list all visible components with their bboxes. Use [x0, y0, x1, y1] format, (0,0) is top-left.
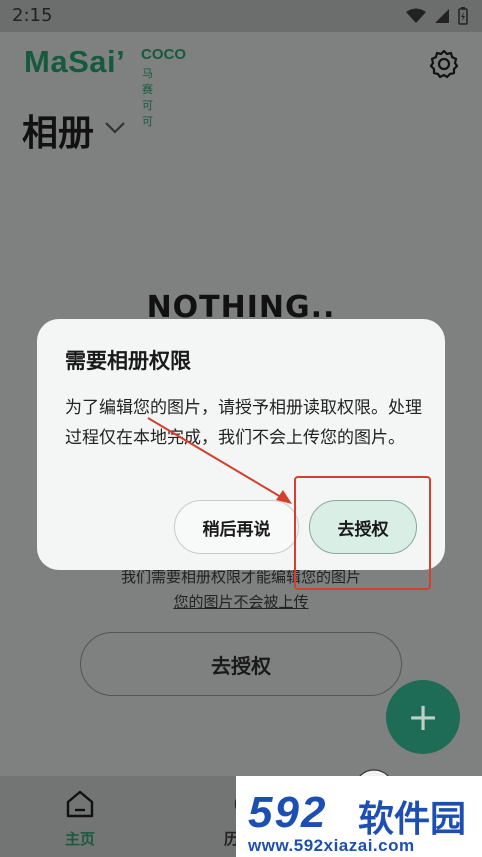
status-icons — [406, 7, 468, 25]
chevron-down-icon — [105, 122, 125, 134]
status-bar: 2:15 — [0, 0, 482, 32]
brand-name: MaSai’ — [24, 44, 126, 79]
watermark-url: www.592xiazai.com — [248, 836, 415, 855]
page-title: 相册 — [22, 113, 95, 154]
add-fab-button[interactable]: + — [386, 680, 460, 754]
home-icon — [66, 790, 94, 818]
later-button[interactable]: 稍后再说 — [174, 500, 299, 554]
dialog-body: 为了编辑您的图片，请授予相册读取权限。处理过程仅在本地完成，我们不会上传您的图片… — [65, 398, 422, 448]
nav-item-home[interactable]: 主页 — [50, 788, 110, 849]
signal-icon — [435, 9, 449, 23]
album-selector[interactable]: 相册 — [22, 104, 126, 156]
plus-icon: + — [407, 695, 439, 739]
watermark-name: 软件园 — [358, 799, 467, 840]
watermark: 592 软件园 www.592xiazai.com — [236, 776, 482, 857]
dialog-title: 需要相册权限 — [65, 349, 191, 373]
wifi-icon — [406, 8, 426, 23]
brand-coco: COCO — [141, 46, 186, 63]
watermark-brand: 592 — [248, 788, 328, 837]
no-upload-link[interactable]: 您的图片不会被上传 — [0, 591, 482, 612]
nav-item-label: 主页 — [64, 830, 95, 848]
status-time: 2:15 — [12, 5, 53, 26]
brand-chinese: 马赛可可 — [142, 67, 153, 128]
authorize-button-background[interactable]: 去授权 — [80, 632, 402, 696]
battery-icon — [458, 7, 468, 25]
gear-icon[interactable] — [428, 48, 460, 80]
annotation-highlight-box — [294, 476, 431, 590]
